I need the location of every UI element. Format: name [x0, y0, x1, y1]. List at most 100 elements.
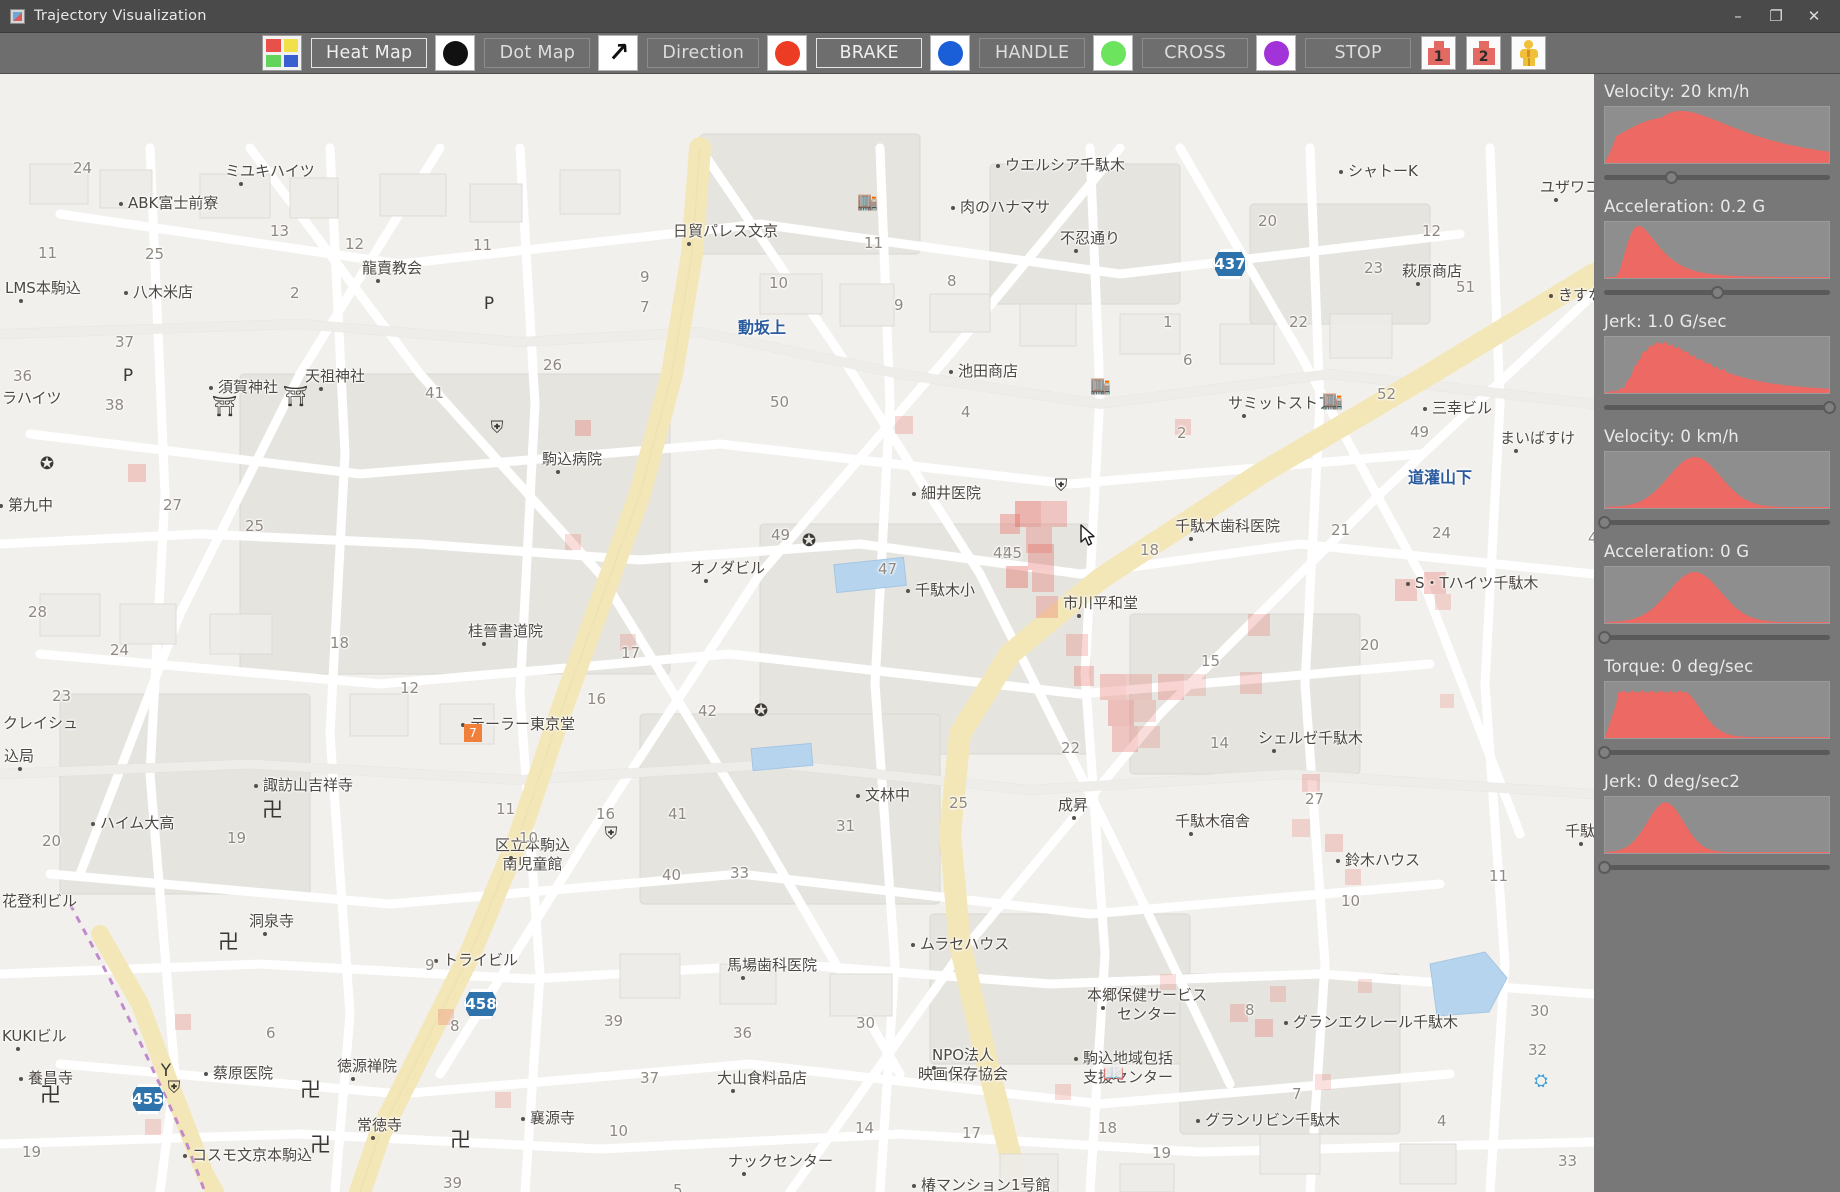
blue-dot-icon[interactable]: [930, 35, 971, 71]
arrow-up-right-icon[interactable]: ↗: [598, 35, 639, 71]
metric-slider[interactable]: [1604, 399, 1836, 415]
color-swatch-grid-icon[interactable]: [262, 35, 302, 71]
metric-panel-2: Jerk: 1.0 G/sec: [1604, 312, 1836, 415]
route-shield-number: 455: [130, 1084, 166, 1114]
metric-label: Velocity: 20 km/h: [1604, 82, 1750, 101]
map-poi-dot: [434, 959, 438, 963]
app-window: Trajectory Visualization – ❐ ✕ Heat Map …: [0, 0, 1840, 1192]
school-icon: ✪: [39, 454, 55, 474]
metric-slider[interactable]: [1604, 169, 1830, 185]
map-poi-dot: [1189, 537, 1193, 541]
torii-icon: ⛩: [283, 384, 309, 408]
purple-dot-icon[interactable]: [1256, 35, 1297, 71]
slider-track[interactable]: [1604, 750, 1830, 755]
slider-track[interactable]: [1604, 520, 1830, 525]
map-poi-dot: [263, 932, 267, 936]
minimize-icon[interactable]: –: [1730, 8, 1746, 24]
map-poi-dot: [1242, 414, 1246, 418]
map-poi-dot: [351, 1077, 355, 1081]
map-poi-dot: [912, 1184, 916, 1188]
metric-slider[interactable]: [1604, 284, 1830, 300]
map-poi-dot: [18, 767, 22, 771]
slider-knob[interactable]: [1598, 516, 1611, 529]
direction-button[interactable]: Direction: [647, 38, 760, 68]
shop-icon: 🏬: [1322, 391, 1344, 411]
app-icon: [10, 8, 25, 24]
map-poi-dot: [949, 370, 953, 374]
metric-histogram: [1604, 106, 1830, 164]
metric-panel-5: Torque: 0 deg/sec: [1598, 657, 1830, 760]
map-poi-dot: [1074, 249, 1078, 253]
metric-slider[interactable]: [1598, 514, 1830, 530]
map-canvas[interactable]: ミユキハイツABK富士前寮日貿パレス文京肉のハナマサ不忍通りシャトーKユザワコー…: [0, 74, 1594, 1192]
map-poi-dot: [1554, 198, 1558, 202]
metric-histogram: [1604, 681, 1830, 739]
slider-track[interactable]: [1604, 175, 1830, 180]
stop-button[interactable]: STOP: [1305, 38, 1412, 68]
slider-knob[interactable]: [1598, 746, 1611, 759]
map-poi-dot: [1423, 407, 1427, 411]
parking-icon: P: [483, 294, 495, 314]
map-poi-dot: [912, 492, 916, 496]
map-poi-dot: [1339, 170, 1343, 174]
map-poi-dot: [1074, 1057, 1078, 1061]
map-poi-dot: [1336, 859, 1340, 863]
map-poi-dot: [119, 202, 123, 206]
map-poi-dot: [482, 642, 486, 646]
map-poi-dot: [704, 579, 708, 583]
map-poi-dot: [91, 822, 95, 826]
slider-knob[interactable]: [1665, 171, 1679, 184]
map-poi-dot: [856, 794, 860, 798]
map-poi-dot: [1406, 582, 1410, 586]
metric-slider[interactable]: [1598, 629, 1830, 645]
brake-button[interactable]: BRAKE: [816, 38, 923, 68]
metric-slider[interactable]: [1598, 744, 1830, 760]
dot-map-button[interactable]: Dot Map: [484, 38, 591, 68]
handle-button[interactable]: HANDLE: [979, 38, 1086, 68]
slider-track[interactable]: [1604, 405, 1830, 410]
marker-2-icon[interactable]: 2: [1466, 36, 1502, 70]
metric-slider[interactable]: [1598, 859, 1830, 875]
map-poi-dot: [731, 1089, 735, 1093]
metrics-sidebar: Velocity: 20 km/h Acceleration: 0.2 G Jerk…: [1594, 74, 1840, 1192]
red-dot-icon[interactable]: [767, 35, 808, 71]
marker-1-icon[interactable]: 1: [1421, 36, 1457, 70]
black-dot-icon[interactable]: [435, 35, 476, 71]
temple-icon: 卍: [262, 798, 283, 822]
metric-histogram: [1604, 451, 1830, 509]
shop-icon: 🏬: [1090, 376, 1112, 396]
map-poi-dot: [371, 1136, 375, 1140]
slider-knob[interactable]: [1598, 631, 1611, 644]
map-poi-dot: [239, 182, 243, 186]
route-shield-number: 437: [1212, 249, 1248, 279]
slider-knob[interactable]: [1823, 401, 1836, 414]
close-icon[interactable]: ✕: [1806, 8, 1822, 24]
library-icon: 📖: [1103, 1064, 1125, 1084]
metric-label: Acceleration: 0 G: [1604, 542, 1750, 561]
swatch-green: [266, 54, 281, 67]
metric-histogram: [1604, 336, 1830, 394]
map-poi-dot: [521, 1117, 525, 1121]
map-poi-dot: [509, 856, 513, 860]
temple-icon: 卍: [310, 1133, 331, 1157]
map-poi-dot: [204, 1072, 208, 1076]
convenience-store-icon: 7: [464, 724, 482, 742]
cross-button[interactable]: CROSS: [1142, 38, 1249, 68]
slider-knob[interactable]: [1710, 286, 1724, 299]
map-poi-dot: [906, 589, 910, 593]
green-dot-icon[interactable]: [1093, 35, 1134, 71]
heat-map-button[interactable]: Heat Map: [311, 38, 428, 68]
title-bar: Trajectory Visualization – ❐ ✕: [0, 0, 1840, 33]
slider-track[interactable]: [1604, 865, 1830, 870]
metric-panel-4: Acceleration: 0 G: [1598, 542, 1830, 645]
restore-icon[interactable]: ❐: [1768, 8, 1784, 24]
map-poi-dot: [687, 242, 691, 246]
metric-histogram: [1604, 221, 1830, 279]
slider-track[interactable]: [1604, 635, 1830, 640]
metric-panel-3: Velocity: 0 km/h: [1598, 427, 1830, 530]
slider-knob[interactable]: [1598, 861, 1611, 874]
pedestrian-icon[interactable]: [1511, 36, 1547, 70]
temple-icon: 卍: [40, 1083, 61, 1107]
shop-icon: 🏬: [857, 192, 879, 212]
map-poi-dot: [19, 1077, 23, 1081]
